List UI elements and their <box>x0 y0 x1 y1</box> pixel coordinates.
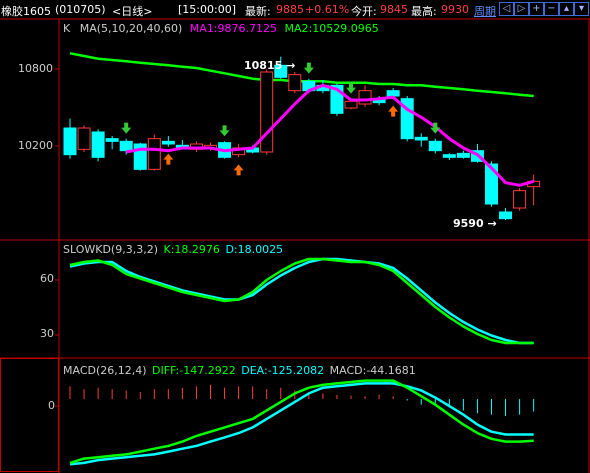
macd-diff-value: DIFF:-147.2922 <box>152 364 236 377</box>
ma-params: MA(5,10,20,40,60) <box>79 22 183 35</box>
candle-down <box>456 152 470 158</box>
sell-signal-arrow <box>219 125 230 137</box>
candle-down <box>105 138 119 142</box>
sell-signal-arrow <box>346 82 356 94</box>
low-marker: 9590 → <box>453 217 497 230</box>
ma1-value: MA1:9876.7125 <box>189 22 278 35</box>
candle-up <box>358 90 372 105</box>
kd-d-line <box>69 257 534 345</box>
candle-up <box>288 74 302 92</box>
candle-down <box>442 154 456 158</box>
low-marker-value: 9590 <box>453 217 484 230</box>
candle-up <box>513 190 527 209</box>
candle-up <box>344 100 358 109</box>
buy-signal-arrow <box>233 164 244 176</box>
candle-down <box>386 90 400 97</box>
ma2-line <box>69 52 534 98</box>
high-marker: 10815 → <box>244 59 296 72</box>
main-panel-legend: K MA(5,10,20,40,60) MA1:9876.7125 MA2:10… <box>63 22 379 35</box>
macd-side-box <box>0 358 59 472</box>
macd-dea-value: DEA:-125.2082 <box>241 364 325 377</box>
candle-down <box>499 211 513 220</box>
candle-down <box>428 140 442 152</box>
macd-y-tick-0: 0 <box>48 399 55 412</box>
macd-diff-line <box>69 379 534 465</box>
sell-signal-arrow <box>303 62 314 74</box>
ma2-value: MA2:10529.0965 <box>284 22 379 35</box>
main-indicator-name: K <box>63 22 71 35</box>
main-y-tick-10200: 10200 <box>18 139 53 152</box>
kd-d-value: D:18.0025 <box>225 243 284 256</box>
macd-panel-legend: MACD(26,12,4) DIFF:-147.2922 DEA:-125.20… <box>63 364 416 377</box>
buy-signal-arrow <box>163 153 174 165</box>
candle-up <box>260 71 274 153</box>
kd-k-line <box>69 257 534 345</box>
buy-signal-arrow <box>388 105 399 117</box>
kd-y-tick-60: 60 <box>40 272 54 285</box>
macd-name: MACD(26,12,4) <box>63 364 147 377</box>
high-marker-value: 10815 <box>244 59 283 72</box>
kd-y-tick-30: 30 <box>40 327 54 340</box>
candle-down <box>161 140 175 145</box>
kd-k-value: K:18.2976 <box>163 243 220 256</box>
macd-macd-value: MACD:-44.1681 <box>329 364 416 377</box>
candle-up <box>147 138 161 170</box>
kd-name: SLOWKD(9,3,3,2) <box>63 243 159 256</box>
sell-signal-arrow <box>121 122 132 134</box>
main-y-tick-10800: 10800 <box>18 62 53 75</box>
candle-down <box>91 131 105 158</box>
candle-down <box>63 127 77 156</box>
candle-up <box>77 127 91 150</box>
ma1-line <box>125 83 535 187</box>
candle-down <box>414 136 428 141</box>
candle-down <box>119 140 133 152</box>
kd-panel-legend: SLOWKD(9,3,3,2) K:18.2976 D:18.0025 <box>63 243 283 256</box>
